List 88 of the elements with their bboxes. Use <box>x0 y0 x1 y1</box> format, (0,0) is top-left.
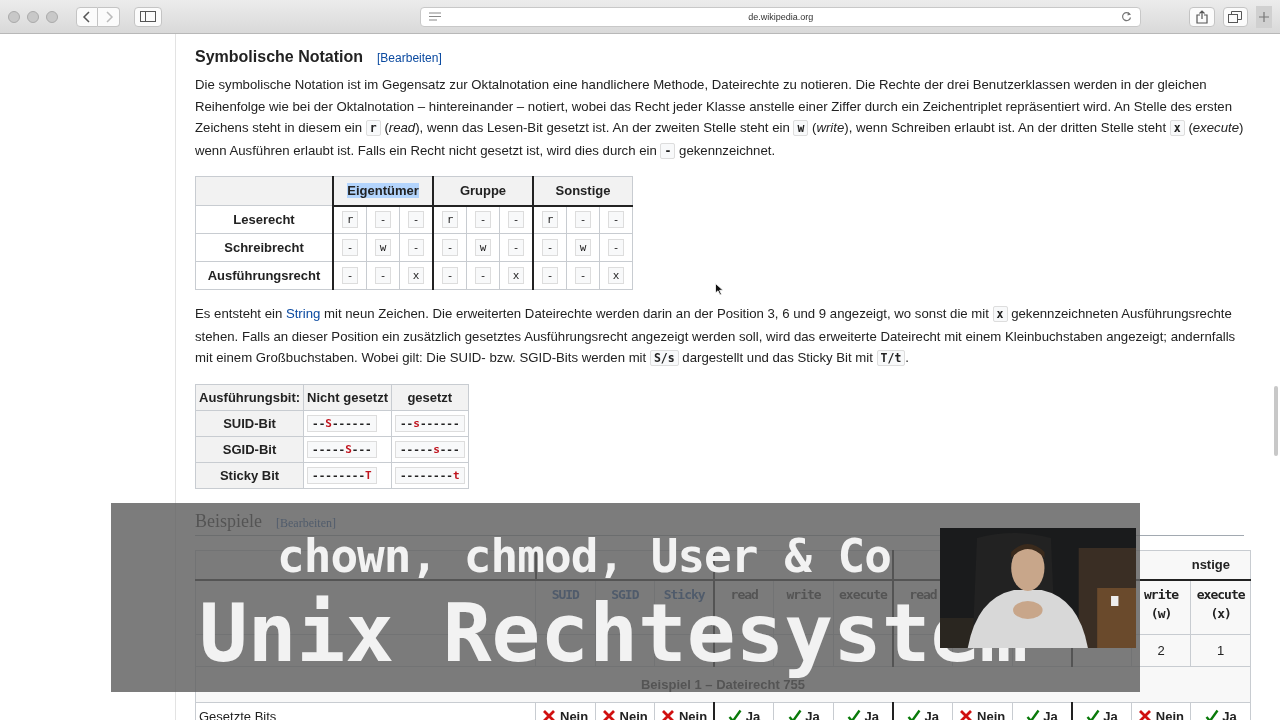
permission-code: r <box>542 211 558 229</box>
permission-code: - <box>575 211 591 229</box>
tabs-button[interactable] <box>1222 6 1249 27</box>
cross-icon <box>661 709 676 720</box>
permission-code: x <box>408 267 424 284</box>
chevron-right-icon <box>103 10 114 23</box>
column-header: Gruppe <box>433 176 533 206</box>
share-button[interactable] <box>1188 6 1215 27</box>
permission-code: - <box>375 267 391 284</box>
check-icon <box>846 709 861 720</box>
tabs-icon <box>1228 10 1243 23</box>
check-icon <box>1025 709 1040 720</box>
row-header: Ausführungsrecht <box>195 261 333 290</box>
permission-code: - <box>475 211 491 229</box>
row-header: SGID-Bit <box>195 436 304 462</box>
permission-code: x <box>608 267 624 284</box>
column-group-header: nstige <box>1191 557 1230 572</box>
permission-code: - <box>608 239 624 256</box>
row-header: Sticky Bit <box>195 462 304 488</box>
column-header: write <box>1143 585 1180 604</box>
permission-string: --s------ <box>395 414 465 432</box>
permission-code: - <box>442 267 458 284</box>
permission-code: x <box>508 267 524 284</box>
permission-code: - <box>408 211 424 229</box>
permission-code: - <box>408 239 424 256</box>
column-header: gesetzt <box>391 384 469 410</box>
permission-code: w <box>475 239 491 256</box>
paragraph: Es entsteht ein String mit neun Zeichen. Die erweiterten Dateirechte werden darin an der Position 3, 6 und 9 angezeigt, wo sonst die mit x gekennzeichneten Ausführungsrechte stehen. Falls an dieser Position ein zusätzlich gesetztes Ausführungsrecht angezeigt werden soll, wird das erweiterte Dateirecht mit einem Kleinbuchstaben angezeigt; andernfalls mit einem Großbuchstaben. Wobei gilt: Die SUID- bzw. SGID-Bits werden mit S/s dargestellt und das Sticky Bit mit T/t . <box>195 305 1237 368</box>
section-heading: Symbolische Notation <box>195 48 364 66</box>
column-header: execute <box>1195 585 1246 604</box>
permission-string: -----S--- <box>307 440 377 458</box>
close-icon[interactable] <box>8 10 20 23</box>
edit-link[interactable]: [Bearbeiten] <box>377 51 442 65</box>
cross-icon <box>601 709 616 720</box>
permission-code: - <box>508 211 524 229</box>
column-header: Sonstige <box>533 176 633 206</box>
cross-icon <box>542 709 557 720</box>
column-header: Ausführungsbit: <box>195 384 304 410</box>
permission-code: - <box>342 239 358 256</box>
zoom-icon[interactable] <box>46 10 58 23</box>
check-icon <box>1204 709 1219 720</box>
chevron-left-icon <box>82 10 92 23</box>
cross-icon <box>959 709 974 720</box>
permission-code: - <box>375 211 391 229</box>
permission-string: --------T <box>307 466 377 484</box>
permission-code: - <box>575 267 591 284</box>
permission-code: r <box>342 211 358 229</box>
row-header: Leserecht <box>195 205 333 234</box>
sidebar-icon <box>139 11 156 22</box>
permission-code: - <box>342 267 358 284</box>
mouse-cursor-icon <box>715 283 724 296</box>
permission-code: - <box>542 239 558 256</box>
check-icon <box>728 709 743 720</box>
permission-code: - <box>442 239 458 256</box>
column-note: (w) <box>1149 604 1173 623</box>
column-header: Eigentümer <box>333 176 433 206</box>
share-icon <box>1195 9 1208 24</box>
permission-code: - <box>508 239 524 256</box>
row-header: SUID-Bit <box>195 410 304 436</box>
column-note: (x) <box>1209 604 1232 623</box>
back-button[interactable] <box>76 6 98 27</box>
permission-code: - <box>608 211 624 229</box>
permission-code: w <box>575 239 591 256</box>
check-icon <box>1085 709 1100 720</box>
paragraph: Die symbolische Notation ist im Gegensatz zur Oktalnotation eine handlichere Methode, Dateirechte zu notieren. Die Rechte der drei Benutzerklassen werden in der gleichen Reihenfolge wie bei der Oktalnotation – hintereinander – notiert, wobei das Recht jeder Klasse anstelle einer Ziffer durch ein Zeichentriplet repräsentiert wird. An Stelle des ersten Zeichens steht in diesem ein r (read), wenn das Lesen-Bit gesetzt ist. An der zweiten Stelle steht ein w (write), wenn Schreiben erlaubt ist. An der dritten Stelle steht x (execute) wenn Ausführen erlaubt ist. Falls ein Recht nicht gesetzt ist, wird dies durch ein - gekennzeichnet. <box>195 76 1244 161</box>
plus-icon <box>1259 11 1270 22</box>
permission-code: - <box>475 267 491 284</box>
check-icon <box>906 709 921 720</box>
permission-code: - <box>542 267 558 284</box>
permission-string: --S------ <box>307 414 377 432</box>
row-header: Schreibrecht <box>195 233 333 262</box>
permission-code: r <box>442 211 458 229</box>
permission-code: w <box>375 239 391 256</box>
banner-subtitle: chown, chmod, User & Co <box>277 533 891 579</box>
sidebar-button[interactable] <box>134 6 162 27</box>
new-tab-button[interactable] <box>1256 5 1272 28</box>
permission-string: -----s--- <box>395 440 465 458</box>
column-header: Nicht gesetzt <box>303 384 392 410</box>
table-cell: 1 <box>1217 642 1225 658</box>
address-bar[interactable]: de.wikipedia.org <box>419 6 1141 27</box>
string-link[interactable]: String <box>285 306 321 321</box>
reload-icon[interactable] <box>1120 11 1132 22</box>
check-icon <box>787 709 802 720</box>
minimize-icon[interactable] <box>27 10 39 23</box>
table-cell: 2 <box>1157 642 1165 658</box>
reader-icon[interactable] <box>428 12 441 21</box>
permission-string: --------t <box>395 466 465 484</box>
cross-icon <box>1138 709 1153 720</box>
